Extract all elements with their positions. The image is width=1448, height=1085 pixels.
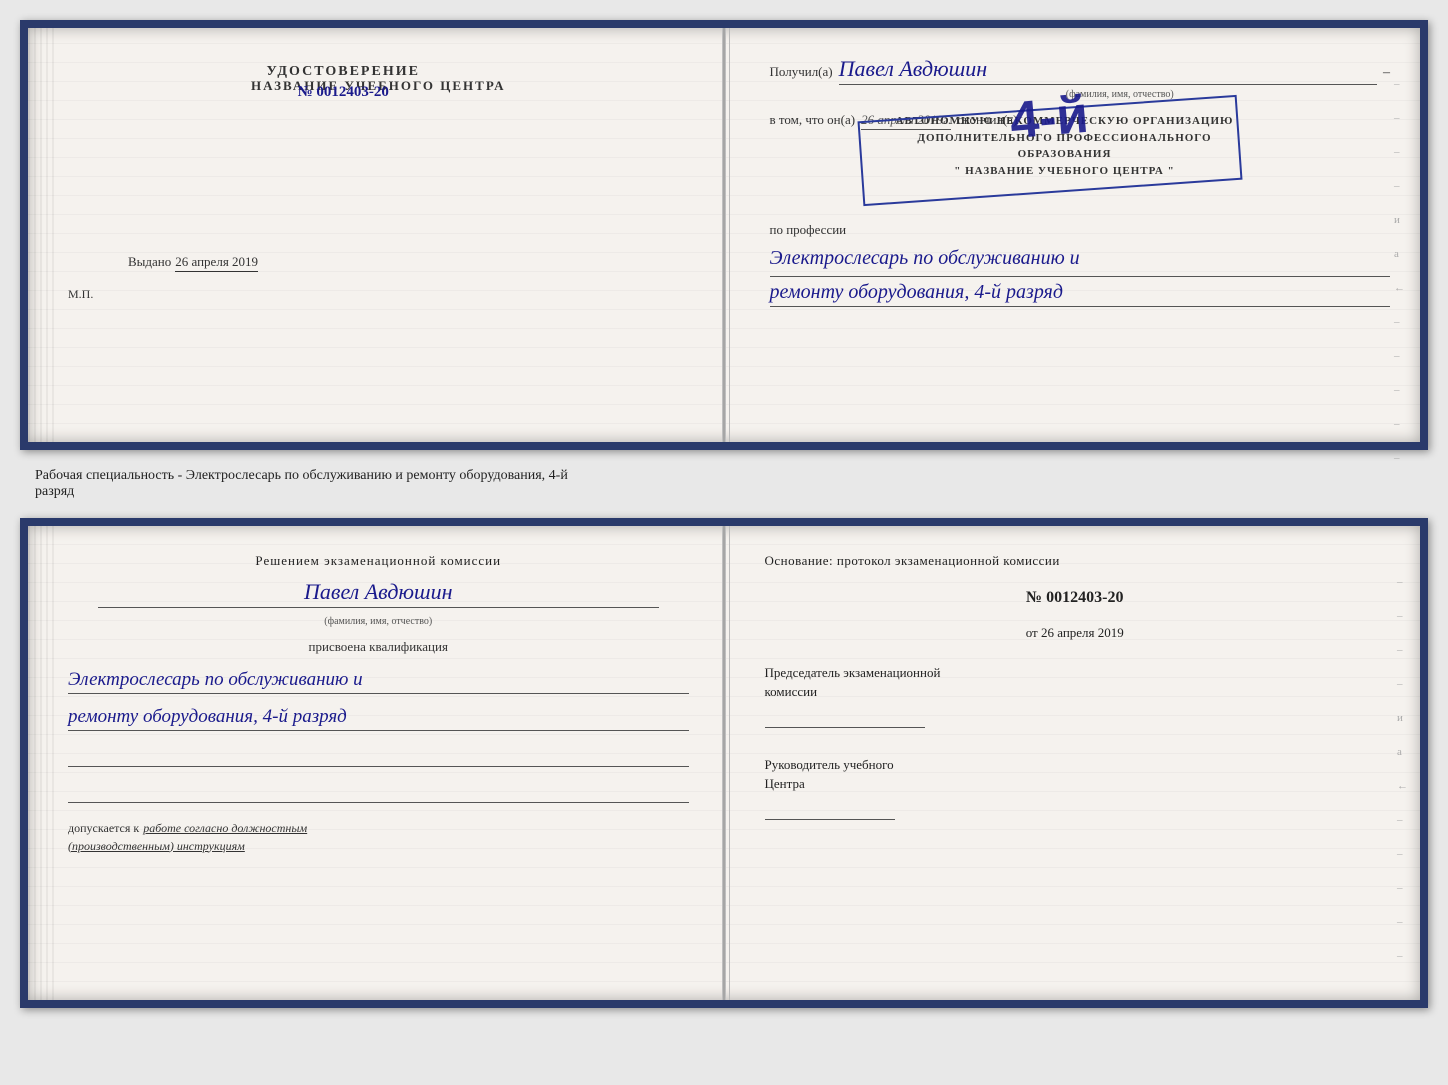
- udostoverenie-block: УДОСТОВЕРЕНИЕ № 0012403-20: [267, 64, 420, 101]
- top-right-page: Получил(а) Павел Авдюшин – (фамилия, имя…: [730, 28, 1421, 442]
- vydano-label: Выдано: [128, 254, 171, 270]
- bottom-recipient-name: Павел Авдюшин: [98, 579, 659, 608]
- br-dash-6: а: [1397, 746, 1408, 758]
- chairman-block: Председатель экзаменационнойкомиссии: [765, 663, 1386, 728]
- side-dashes: – – – – и а ← – – – – –: [1394, 78, 1405, 464]
- br-dash-9: –: [1397, 848, 1408, 860]
- razryad-big: 4-й: [1007, 85, 1090, 152]
- profession-line2: ремонту оборудования, 4-й разряд: [770, 281, 1391, 307]
- dopuskaetsya-block: допускается к работе согласно должностны…: [68, 819, 689, 855]
- rukov-block: Руководитель учебногоЦентра: [765, 755, 1386, 820]
- profession-line1: Электрослесарь по обслуживанию и: [770, 242, 1391, 277]
- recipient-name: Павел Авдюшин: [839, 56, 1377, 85]
- empty-line-1: [68, 747, 689, 767]
- spine-decoration: [28, 28, 58, 442]
- dash-11: –: [1394, 418, 1405, 430]
- prisvoena-label: присвоена квалификация: [68, 639, 689, 655]
- br-dash-5: и: [1397, 712, 1408, 724]
- br-dash-8: –: [1397, 814, 1408, 826]
- dash-8: –: [1394, 316, 1405, 328]
- br-side-dashes: – – – – и а ← – – – – –: [1397, 576, 1408, 962]
- osnovanie-text: Основание: протокол экзаменационной коми…: [765, 551, 1386, 571]
- bottom-profession-line1: Электрослесарь по обслуживанию и: [68, 669, 689, 694]
- dash-3: –: [1394, 146, 1405, 158]
- dopuskaetsya-label: допускается к: [68, 821, 139, 835]
- po-professii-label: по профессии: [770, 222, 1391, 238]
- specialty-description: Рабочая специальность - Электрослесарь п…: [35, 468, 568, 499]
- dash-12: –: [1394, 452, 1405, 464]
- dash-10: –: [1394, 384, 1405, 396]
- top-document: НАЗВАНИЕ УЧЕБНОГО ЦЕНТРА УДОСТОВЕРЕНИЕ №…: [20, 20, 1428, 450]
- br-dash-11: –: [1397, 916, 1408, 928]
- br-dash-4: –: [1397, 678, 1408, 690]
- dash-9: –: [1394, 350, 1405, 362]
- poluchil-label: Получил(а): [770, 64, 833, 80]
- udostoverenie-number: № 0012403-20: [267, 84, 420, 101]
- br-dash-1: –: [1397, 576, 1408, 588]
- top-left-page: НАЗВАНИЕ УЧЕБНОГО ЦЕНТРА УДОСТОВЕРЕНИЕ №…: [28, 28, 730, 442]
- bottom-fio-hint: (фамилия, имя, отчество): [68, 616, 689, 627]
- chairman-signature-line: [765, 727, 925, 728]
- ot-date-block: от 26 апреля 2019: [765, 625, 1386, 641]
- bottom-left-page: Решением экзаменационной комиссии Павел …: [28, 526, 730, 1000]
- spine-decoration-bottom: [28, 526, 58, 1000]
- rukov-label: Руководитель учебногоЦентра: [765, 755, 1386, 794]
- br-number: № 0012403-20: [765, 589, 1386, 607]
- dash-5: и: [1394, 214, 1405, 226]
- br-dash-3: –: [1397, 644, 1408, 656]
- chairman-label: Председатель экзаменационнойкомиссии: [765, 663, 1386, 702]
- ot-label: от: [1026, 625, 1038, 640]
- dash-7: ←: [1394, 282, 1405, 294]
- udostoverenie-label: УДОСТОВЕРЕНИЕ: [267, 64, 420, 80]
- middle-text: Рабочая специальность - Электрослесарь п…: [20, 460, 1428, 508]
- ot-date-value: 26 апреля 2019: [1041, 625, 1124, 640]
- vydano-date: 26 апреля 2019: [175, 254, 258, 272]
- dash-1: –: [1394, 78, 1405, 90]
- mp-label: М.П.: [68, 287, 93, 302]
- bottom-document: Решением экзаменационной комиссии Павел …: [20, 518, 1428, 1008]
- dash-6: а: [1394, 248, 1405, 260]
- poluchil-block: Получил(а) Павел Авдюшин –: [770, 56, 1391, 85]
- resheniye-title: Решением экзаменационной комиссии: [68, 551, 689, 571]
- br-dash-10: –: [1397, 882, 1408, 894]
- dash-4: –: [1394, 180, 1405, 192]
- br-dash-7: ←: [1397, 780, 1408, 792]
- rukov-signature-line: [765, 819, 895, 820]
- dash-2: –: [1394, 112, 1405, 124]
- vydano-block: Выдано 26 апреля 2019: [128, 254, 258, 272]
- br-dash-2: –: [1397, 610, 1408, 622]
- empty-line-2: [68, 783, 689, 803]
- bottom-right-page: Основание: протокол экзаменационной коми…: [730, 526, 1421, 1000]
- profession-block: по профессии Электрослесарь по обслужива…: [770, 222, 1391, 307]
- bottom-profession-line2: ремонту оборудования, 4-й разряд: [68, 706, 689, 731]
- vtom-label: в том, что он(а): [770, 112, 856, 128]
- document-container: НАЗВАНИЕ УЧЕБНОГО ЦЕНТРА УДОСТОВЕРЕНИЕ №…: [20, 20, 1428, 1008]
- br-dash-12: –: [1397, 950, 1408, 962]
- dash: –: [1383, 65, 1390, 81]
